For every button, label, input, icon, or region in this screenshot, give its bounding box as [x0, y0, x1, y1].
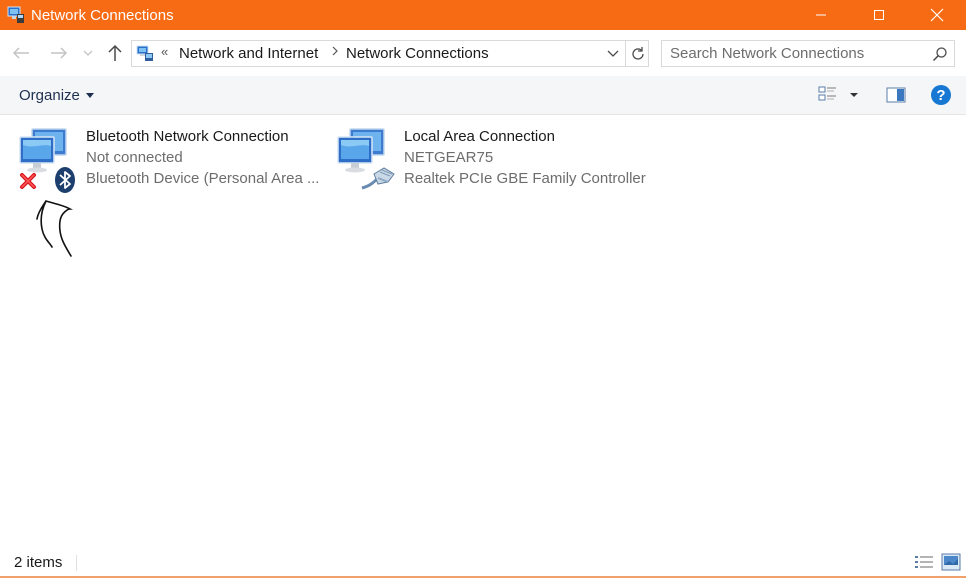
connection-name: Bluetooth Network Connection [86, 128, 289, 145]
connection-device: Bluetooth Device (Personal Area ... [86, 170, 320, 187]
details-view-icon [915, 556, 933, 568]
caret-down-icon [85, 93, 94, 98]
organize-button[interactable]: Organize [19, 87, 94, 104]
forward-button[interactable] [48, 42, 70, 64]
large-icons-view-button[interactable] [941, 553, 961, 575]
title-bar: Network Connections [0, 0, 966, 30]
window-title: Network Connections [31, 6, 174, 24]
up-arrow-icon [108, 44, 122, 61]
help-button[interactable]: ? [930, 84, 952, 106]
item-count: 2 items [14, 554, 63, 571]
address-dropdown-button[interactable] [606, 46, 622, 62]
address-bar[interactable]: « Network and Internet Network Connectio… [131, 40, 649, 67]
forward-arrow-icon [51, 47, 68, 59]
refresh-icon [631, 46, 644, 60]
breadcrumb-network-and-internet[interactable]: Network and Internet [179, 45, 318, 62]
connection-status: Not connected [86, 149, 183, 166]
connection-local-area[interactable]: Local Area Connection NETGEAR75 Realtek … [336, 122, 656, 194]
network-connections-icon [136, 45, 154, 62]
connection-device: Realtek PCIe GBE Family Controller [404, 170, 646, 187]
ethernet-cable-icon [360, 164, 398, 194]
recent-locations-button[interactable] [80, 42, 96, 64]
annotation-arrow [36, 200, 74, 257]
large-icons-view-icon [941, 553, 961, 571]
back-arrow-icon [12, 47, 29, 59]
change-view-icon [818, 86, 858, 101]
close-icon [930, 8, 944, 22]
change-view-button[interactable] [818, 84, 860, 106]
refresh-button[interactable] [625, 40, 649, 67]
search-box[interactable] [661, 40, 955, 67]
details-view-button[interactable] [914, 554, 934, 574]
breadcrumb-overflow[interactable]: « [161, 44, 168, 59]
minimize-button[interactable] [792, 0, 850, 30]
search-input[interactable] [670, 45, 922, 62]
breadcrumb-network-connections[interactable]: Network Connections [346, 45, 489, 62]
preview-pane-button[interactable] [885, 84, 907, 106]
breadcrumb-separator-icon[interactable] [331, 45, 339, 60]
up-button[interactable] [104, 42, 126, 64]
chevron-down-icon [83, 50, 93, 56]
connection-name: Local Area Connection [404, 128, 555, 145]
preview-pane-icon [886, 87, 906, 103]
organize-label: Organize [19, 87, 80, 104]
maximize-button[interactable] [850, 0, 908, 30]
chevron-down-icon [607, 50, 619, 57]
back-button[interactable] [10, 42, 32, 64]
connection-bluetooth[interactable]: Bluetooth Network Connection Not connect… [18, 122, 323, 194]
navigation-bar: « Network and Internet Network Connectio… [0, 30, 966, 76]
svg-text:?: ? [936, 87, 945, 104]
maximize-icon [874, 10, 884, 20]
file-list: Bluetooth Network Connection Not connect… [0, 115, 966, 548]
status-bar: 2 items [0, 548, 966, 576]
close-button[interactable] [908, 0, 966, 30]
minimize-icon [816, 14, 826, 16]
network-connections-icon [7, 6, 25, 24]
help-icon: ? [931, 85, 951, 105]
search-icon[interactable] [932, 46, 948, 62]
connection-network: NETGEAR75 [404, 149, 494, 166]
status-divider [76, 555, 77, 571]
command-bar: Organize ? [0, 76, 966, 115]
